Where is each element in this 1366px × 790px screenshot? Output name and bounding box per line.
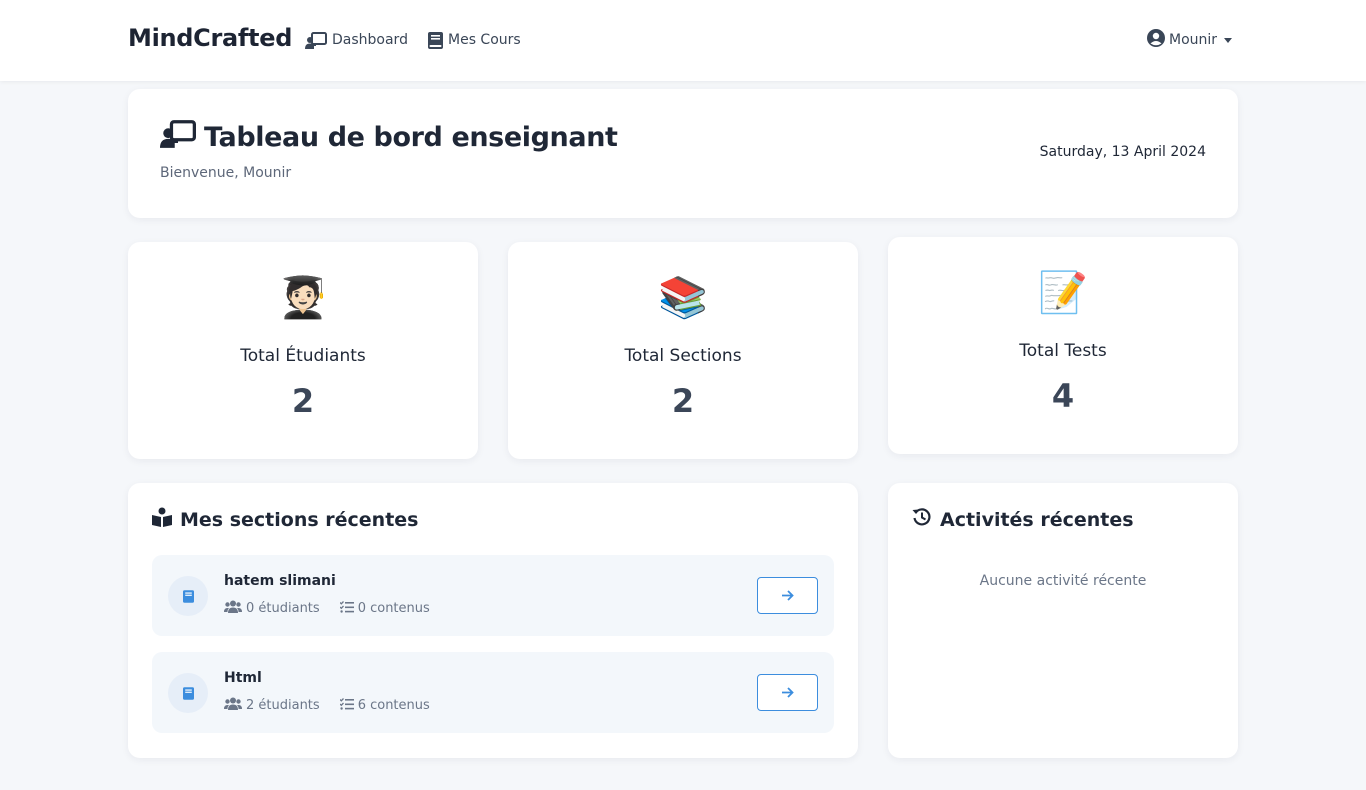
recent-activity-heading: Activités récentes	[912, 507, 1134, 532]
list-check-icon	[339, 600, 354, 617]
nav-link-label: Dashboard	[332, 32, 408, 48]
page-title: Tableau de bord enseignant	[160, 119, 618, 156]
section-name: hatem slimani	[224, 573, 336, 589]
history-icon	[912, 507, 932, 532]
navbar: MindCrafted Dashboard Mes Cours Mounir	[0, 0, 1366, 81]
recent-activity-card: Activités récentes Aucune activité récen…	[888, 483, 1238, 758]
nav-link-dashboard[interactable]: Dashboard	[305, 30, 408, 50]
section-item[interactable]: Html 2 étudiants 6 contenus	[152, 652, 834, 733]
book-icon	[428, 31, 443, 49]
contents-count: 0 contenus	[339, 600, 430, 617]
current-date: Saturday, 13 April 2024	[1039, 144, 1206, 160]
stat-card-sections: 📚 Total Sections 2	[508, 242, 858, 459]
student-icon: 🧑🏻‍🎓	[278, 275, 328, 321]
students-count: 0 étudiants	[224, 600, 320, 617]
memo-icon: 📝	[1038, 270, 1088, 316]
dashboard-header-card: Tableau de bord enseignant Bienvenue, Mo…	[128, 89, 1238, 218]
teacher-board-icon	[305, 31, 327, 49]
book-reader-icon	[152, 507, 172, 532]
arrow-right-icon	[781, 586, 794, 605]
book-icon	[168, 576, 208, 616]
list-check-icon	[339, 697, 354, 714]
section-name: Html	[224, 670, 262, 686]
stat-value: 2	[291, 382, 315, 420]
stat-label: Total Étudiants	[240, 346, 366, 366]
students-count-text: 0 étudiants	[246, 601, 320, 616]
caret-down-icon	[1224, 37, 1233, 43]
book-icon	[168, 673, 208, 713]
user-circle-icon	[1147, 29, 1165, 51]
open-section-button[interactable]	[757, 674, 818, 711]
stat-card-tests: 📝 Total Tests 4	[888, 237, 1238, 454]
user-name: Mounir	[1169, 32, 1218, 48]
students-count-text: 2 étudiants	[246, 698, 320, 713]
nav-link-label: Mes Cours	[448, 32, 521, 48]
card-heading-text: Mes sections récentes	[180, 508, 419, 531]
page-title-text: Tableau de bord enseignant	[204, 122, 618, 153]
stat-label: Total Sections	[624, 346, 742, 366]
users-icon	[224, 600, 242, 617]
stat-value: 2	[671, 382, 695, 420]
teacher-board-icon	[160, 119, 196, 156]
brand-logo[interactable]: MindCrafted	[128, 24, 292, 52]
contents-count-text: 6 contenus	[357, 698, 430, 713]
contents-count-text: 0 contenus	[357, 601, 430, 616]
contents-count: 6 contenus	[339, 697, 430, 714]
stat-card-students: 🧑🏻‍🎓 Total Étudiants 2	[128, 242, 478, 459]
arrow-right-icon	[781, 683, 794, 702]
card-heading-text: Activités récentes	[940, 508, 1134, 531]
books-icon: 📚	[658, 275, 708, 321]
recent-sections-card: Mes sections récentes hatem slimani 0 ét…	[128, 483, 858, 758]
empty-activity-message: Aucune activité récente	[979, 573, 1147, 589]
user-menu-dropdown[interactable]: Mounir	[1147, 29, 1233, 51]
open-section-button[interactable]	[757, 577, 818, 614]
students-count: 2 étudiants	[224, 697, 320, 714]
stat-label: Total Tests	[1019, 341, 1107, 361]
nav-link-mes-cours[interactable]: Mes Cours	[428, 30, 521, 50]
section-meta: 2 étudiants 6 contenus	[224, 697, 430, 714]
section-meta: 0 étudiants 0 contenus	[224, 600, 430, 617]
welcome-message: Bienvenue, Mounir	[160, 165, 292, 181]
section-item[interactable]: hatem slimani 0 étudiants 0 contenus	[152, 555, 834, 636]
recent-sections-heading: Mes sections récentes	[152, 507, 418, 532]
stat-value: 4	[1051, 377, 1075, 415]
users-icon	[224, 697, 242, 714]
